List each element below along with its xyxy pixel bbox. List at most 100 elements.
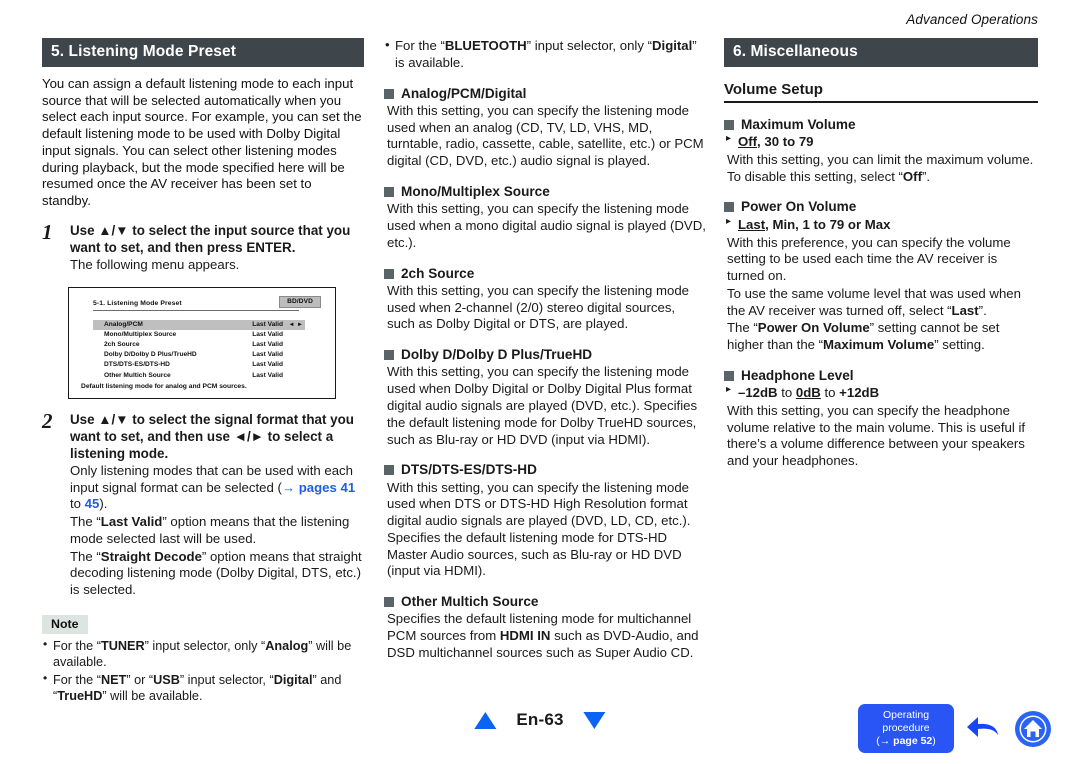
page-link-arrow-icon: → — [281, 479, 296, 495]
op-paren-close: ) — [932, 734, 936, 747]
subheading-analog-pcm-digital: Analog/PCM/Digital — [384, 86, 706, 102]
back-arrow-icon[interactable] — [964, 712, 1004, 746]
default-value-last: Last — [738, 216, 766, 232]
leftright-arrows-icon: ◂ ▸ — [290, 320, 303, 328]
term-off: Off — [902, 168, 922, 184]
step-2-body-2a: The “ — [70, 514, 101, 530]
body-power-on-volume-2: To use the same volume level that was us… — [724, 286, 1038, 320]
note-2-p1: For the “ — [53, 672, 101, 687]
hl-to1: to — [777, 385, 796, 401]
home-icon[interactable] — [1014, 710, 1052, 748]
op-arrow-icon: (→ — [876, 734, 894, 747]
term-analog: Analog — [265, 638, 309, 653]
osd-row-value: Last Valid — [252, 330, 283, 338]
page-link-45[interactable]: 45 — [85, 496, 100, 511]
body-other-multich-source: Specifies the default listening mode for… — [384, 611, 706, 661]
osd-row-value: Last Valid — [252, 351, 283, 359]
body-2ch-source: With this setting, you can specify the l… — [387, 282, 689, 332]
note-item-list: For the “TUNER” input selector, only “An… — [42, 637, 364, 704]
pov2-c: ”. — [978, 302, 987, 318]
subheading-dts-dtses-dtshd: DTS/DTS-ES/DTS-HD — [384, 462, 706, 478]
step-1-number: 1 — [42, 219, 53, 244]
note-label: Note — [42, 614, 88, 634]
default-value-0db: 0dB — [795, 385, 821, 401]
term-last: Last — [951, 302, 979, 318]
hl-to2: to — [820, 385, 840, 401]
osd-row: Mono/Multiplex Source Last Valid — [93, 330, 305, 340]
operating-procedure-line-3: (→ page 52) — [868, 735, 944, 748]
body-analog-pcm-digital: With this setting, you can specify the l… — [387, 102, 704, 169]
step-1-head-a: Use — [70, 222, 99, 238]
osd-row-label: Other Multich Source — [104, 371, 171, 379]
subheading-dolby-d-plus-truehd: Dolby D/Dolby D Plus/TrueHD — [384, 347, 706, 363]
term-truehd: TrueHD — [57, 688, 103, 703]
osd-row-label: Mono/Multiplex Source — [104, 330, 177, 338]
mv-c: ”. — [921, 168, 931, 184]
column-left: 5. Listening Mode Preset You can assign … — [42, 38, 364, 704]
bluetooth-bullet-list: For the “BLUETOOTH” input selector, only… — [384, 37, 706, 72]
column-middle: For the “BLUETOOTH” input selector, only… — [384, 37, 706, 662]
operating-procedure-button[interactable]: Operating procedure (→ page 52) — [858, 704, 954, 754]
page-footer: En-63 Operating procedure (→ page 52) — [0, 702, 1080, 754]
bt-p2: ” input selector, only “ — [526, 38, 652, 53]
step-1: 1 Use ▲/▼ to select the input source tha… — [42, 219, 364, 274]
osd-row: Dolby D/Dolby D Plus/TrueHD Last Valid — [93, 350, 305, 360]
updown-arrows-icon: ▲/▼ — [98, 222, 129, 238]
op-page-ref: page 52 — [893, 734, 933, 747]
term-net: NET — [100, 672, 127, 687]
osd-row-list: Analog/PCM Last Valid ◂ ▸ Mono/Multiplex… — [93, 319, 305, 381]
body-mono-multiplex-source: With this setting, you can specify the l… — [387, 201, 706, 250]
term-tuner: TUNER — [100, 638, 145, 653]
osd-row-value: Last Valid — [252, 371, 283, 379]
body-dts-dtses-dtshd: With this setting, you can specify the l… — [387, 479, 691, 579]
section-header-miscellaneous: 6. Miscellaneous — [724, 38, 1038, 67]
bluetooth-bullet: For the “BLUETOOTH” input selector, only… — [384, 37, 706, 72]
step-2-heading: Use ▲/▼ to select the signal format that… — [70, 411, 364, 462]
option-min-headphone-level: –12dB — [738, 385, 778, 401]
subheading-mono-multiplex-source: Mono/Multiplex Source — [384, 184, 706, 200]
note-box: Note For the “TUNER” input selector, onl… — [42, 614, 364, 704]
intro-paragraph: You can assign a default listening mode … — [42, 75, 362, 209]
step-2-body-1to: to — [70, 496, 85, 512]
term-digital: Digital — [273, 672, 313, 687]
step-2-body-1: Only listening modes that can be used wi… — [70, 463, 364, 513]
column-right: 6. Miscellaneous Volume Setup Maximum Vo… — [724, 38, 1038, 470]
note-1-p1: For the “ — [53, 638, 101, 653]
pov3-a: The “ — [727, 320, 758, 336]
page-link-pages-41[interactable]: pages 41 — [299, 480, 355, 495]
option-values-headphone-level: –12dB to 0dB to +12dB — [724, 384, 1038, 402]
body-dolby-d-plus-truehd: With this setting, you can specify the l… — [387, 364, 698, 447]
operating-procedure-line-2: procedure — [882, 721, 930, 734]
step-2-body-1end: ). — [99, 496, 108, 512]
page-up-triangle-icon[interactable] — [474, 711, 497, 729]
term-straight-decode: Straight Decode — [100, 548, 202, 564]
osd-row-value: Last Valid — [252, 361, 283, 369]
page-down-triangle-icon[interactable] — [583, 711, 606, 729]
step-2-head-a: Use — [70, 411, 99, 427]
osd-row-value: Last Valid — [252, 320, 283, 328]
manual-page: Advanced Operations 5. Listening Mode Pr… — [0, 0, 1080, 764]
subheading-maximum-volume: Maximum Volume — [724, 117, 1038, 133]
section-header-listening-mode-preset: 5. Listening Mode Preset — [42, 38, 364, 67]
updown-arrows-icon: ▲/▼ — [98, 411, 129, 427]
mv-a: With this setting, you can limit the max… — [727, 151, 1034, 184]
step-2-body-3: The “Straight Decode” option means that … — [70, 549, 364, 599]
bt-p1: For the “ — [395, 38, 445, 53]
page-number-label: En-63 — [516, 710, 564, 729]
osd-title-rule — [93, 309, 299, 311]
group-heading-volume-setup: Volume Setup — [724, 81, 1038, 103]
subheading-power-on-volume: Power On Volume — [724, 199, 1038, 215]
body-power-on-volume-1: With this preference, you can specify th… — [727, 234, 1011, 284]
option-range-maximum-volume: , 30 to 79 — [757, 134, 814, 150]
term-usb: USB — [153, 672, 180, 687]
step-2-number: 2 — [42, 408, 53, 433]
step-1-heading: Use ▲/▼ to select the input source that … — [70, 222, 364, 256]
option-range-power-on-volume: , Min, 1 to 79 or Max — [765, 216, 891, 232]
osd-row-label: DTS/DTS-ES/DTS-HD — [104, 361, 170, 369]
pov3-e: ” setting. — [934, 337, 985, 353]
subheading-2ch-source: 2ch Source — [384, 266, 706, 282]
subheading-headphone-level: Headphone Level — [724, 368, 1038, 384]
body-maximum-volume: With this setting, you can limit the max… — [724, 152, 1038, 186]
option-values-power-on-volume: Last, Min, 1 to 79 or Max — [724, 216, 1038, 234]
leftright-arrows-icon: ◄/► — [233, 428, 264, 444]
